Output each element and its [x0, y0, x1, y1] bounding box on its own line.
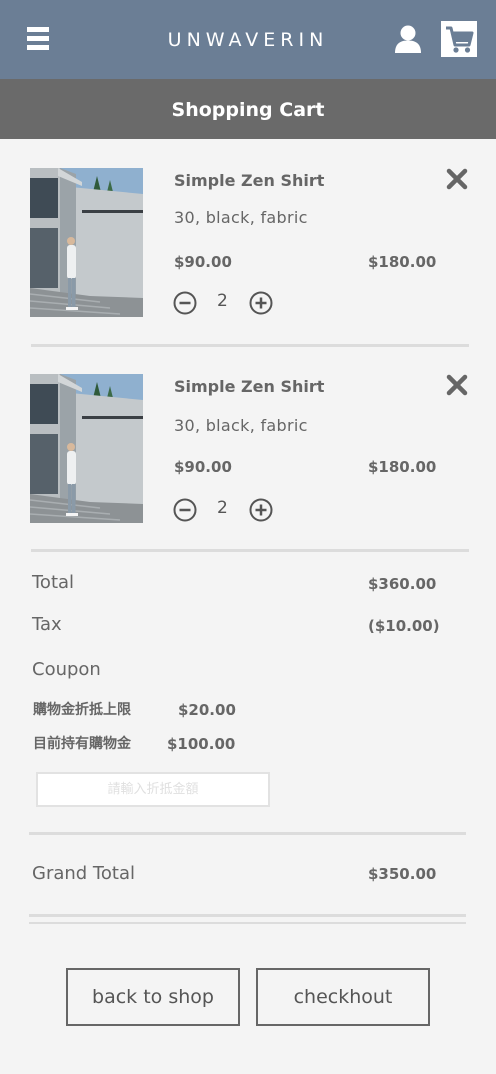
item-unit-price: $90.00	[174, 458, 232, 476]
cart-button[interactable]	[441, 21, 477, 57]
total-label: Total	[32, 572, 75, 593]
increase-quantity-button[interactable]	[249, 498, 273, 522]
item-name[interactable]: Simple Zen Shirt	[174, 171, 324, 191]
close-icon	[446, 374, 468, 396]
remove-item-button[interactable]	[445, 167, 469, 191]
increase-quantity-button[interactable]	[249, 291, 273, 315]
coupon-balance-label: 目前持有購物金	[33, 736, 131, 752]
minus-circle-icon	[173, 498, 197, 522]
product-image[interactable]	[30, 168, 143, 317]
minus-circle-icon	[173, 291, 197, 315]
item-line-total: $180.00	[368, 253, 437, 271]
item-unit-price: $90.00	[174, 253, 232, 271]
user-icon[interactable]	[393, 25, 423, 53]
coupon-label: Coupon	[32, 659, 101, 680]
checkout-button[interactable]: checkhout	[256, 968, 430, 1026]
coupon-limit-value: $20.00	[178, 701, 236, 719]
item-name[interactable]: Simple Zen Shirt	[174, 377, 324, 397]
quantity-value: 2	[217, 498, 228, 518]
close-icon	[446, 168, 468, 190]
plus-circle-icon	[249, 498, 273, 522]
grand-total-label: Grand Total	[32, 863, 135, 884]
shopping-cart-icon	[446, 26, 474, 53]
divider	[31, 549, 469, 552]
item-line-total: $180.00	[368, 458, 437, 476]
decrease-quantity-button[interactable]	[173, 291, 197, 315]
coupon-balance-value: $100.00	[167, 735, 236, 753]
total-value: $360.00	[368, 575, 437, 593]
remove-item-button[interactable]	[445, 373, 469, 397]
divider	[29, 922, 466, 924]
quantity-value: 2	[217, 291, 228, 311]
coupon-amount-input[interactable]	[36, 772, 270, 807]
item-variant: 30, black, fabric	[174, 416, 308, 435]
divider	[29, 832, 466, 835]
divider	[31, 344, 469, 347]
grand-total-value: $350.00	[368, 865, 437, 883]
page-title: Shopping Cart	[0, 79, 496, 139]
back-to-shop-button[interactable]: back to shop	[66, 968, 240, 1026]
item-variant: 30, black, fabric	[174, 208, 308, 227]
coupon-limit-label: 購物金折抵上限	[33, 702, 131, 718]
product-image[interactable]	[30, 374, 143, 523]
top-navigation-bar: UNWAVERIN	[0, 0, 496, 79]
decrease-quantity-button[interactable]	[173, 498, 197, 522]
plus-circle-icon	[249, 291, 273, 315]
tax-value: ($10.00)	[368, 617, 440, 635]
divider	[29, 914, 466, 917]
tax-label: Tax	[32, 614, 62, 635]
